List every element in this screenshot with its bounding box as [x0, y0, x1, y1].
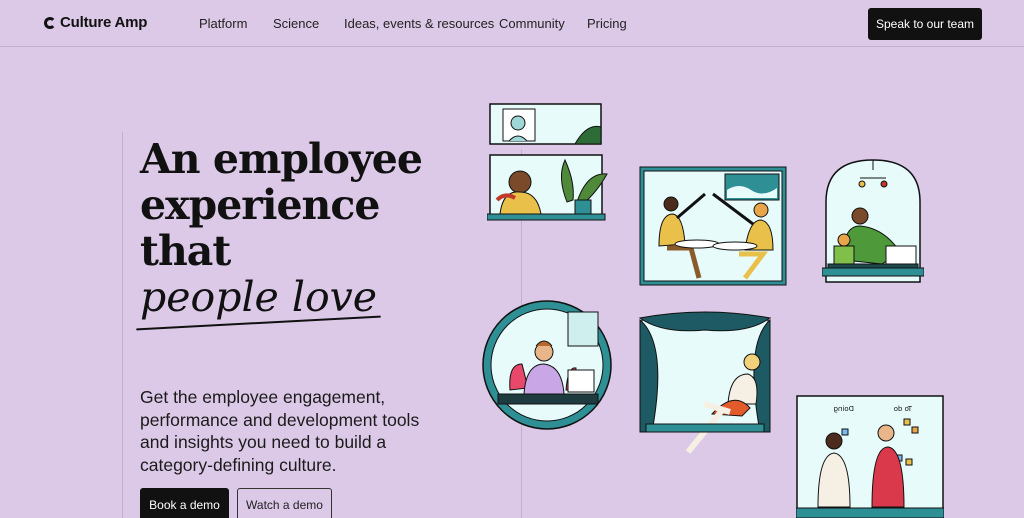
parent-baby-illustration	[822, 159, 924, 283]
framed-portrait-illustration	[489, 103, 602, 145]
watch-a-demo-button[interactable]: Watch a demo	[237, 488, 332, 518]
hero-headline: An employee experience that people love	[140, 136, 460, 320]
top-nav: Culture Amp Platform Science Ideas, even…	[0, 0, 1024, 47]
high-five-illustration	[639, 166, 787, 286]
kanban-board-illustration: Doing To do	[796, 395, 944, 518]
headline-line-1: An employee	[140, 135, 423, 183]
brand-logo[interactable]: Culture Amp	[44, 14, 147, 31]
desk-worker-illustration	[487, 154, 608, 221]
book-a-demo-button[interactable]: Book a demo	[140, 488, 229, 518]
headline-line-2: experience	[140, 181, 380, 229]
nav-item-science[interactable]: Science	[273, 16, 319, 31]
culture-amp-logo-icon	[44, 16, 56, 29]
brand-name: Culture Amp	[60, 14, 148, 31]
kanban-todo-label: To do	[894, 405, 913, 413]
headline-line-3-prefix: that	[140, 227, 231, 275]
left-divider	[122, 132, 123, 518]
curtain-reader-illustration	[638, 311, 772, 454]
nav-item-ideas-events-resources[interactable]: Ideas, events & resources	[344, 16, 494, 31]
speak-to-our-team-button[interactable]: Speak to our team	[868, 8, 982, 40]
round-window-worker-illustration	[482, 300, 612, 430]
nav-item-platform[interactable]: Platform	[199, 16, 247, 31]
kanban-doing-label: Doing	[834, 405, 855, 413]
hero-subtext: Get the employee engagement, performance…	[140, 387, 420, 475]
headline-script-text: people love	[140, 273, 378, 321]
nav-item-pricing[interactable]: Pricing	[587, 16, 627, 31]
nav-item-community[interactable]: Community	[499, 16, 565, 31]
